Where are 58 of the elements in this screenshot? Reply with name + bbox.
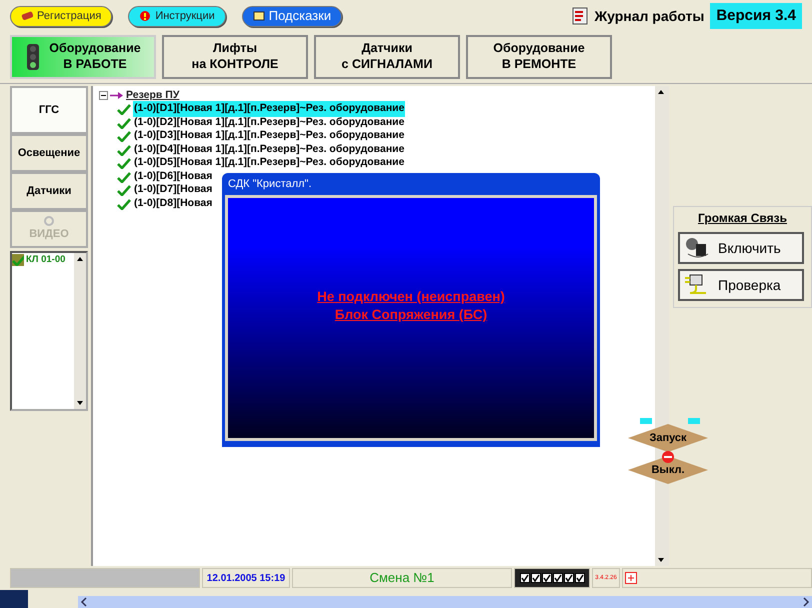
tree-item[interactable]: (1-0)[D4][Новая 1][д.1][п.Резерв]~Рез. оборудование [133, 142, 406, 158]
dialog-title: СДК "Кристалл". [227, 176, 313, 192]
version-label: Версия 3.4 [710, 2, 802, 30]
status-checkbox[interactable] [564, 573, 574, 583]
sidebar-tab[interactable]: Освещение [10, 134, 88, 172]
enable-button[interactable]: Включить [678, 232, 804, 264]
question-icon [139, 10, 152, 22]
collapse-icon[interactable] [99, 91, 108, 100]
journal-icon [572, 7, 588, 25]
shift-label: Смена №1 [292, 568, 512, 588]
status-checkbox[interactable] [520, 573, 530, 583]
error-message: Блок Сопряжения (БС) [334, 306, 488, 324]
error-message: Не подключен (неисправен) [317, 288, 505, 306]
main-tab[interactable]: Оборудование В РЕМОНТЕ [466, 35, 612, 79]
datetime-label: 12.01.2005 15:19 [202, 568, 290, 588]
main-tab[interactable]: Датчики с СИГНАЛАМИ [314, 35, 460, 79]
tree-item[interactable]: (1-0)[D2][Новая 1][д.1][п.Резерв]~Рез. оборудование [133, 114, 406, 131]
check-button[interactable]: Проверка [678, 269, 804, 301]
journal-label: Журнал работы [594, 6, 704, 26]
status-checkbox[interactable] [574, 573, 584, 583]
check-icon [117, 103, 131, 116]
indicator-icon [640, 418, 652, 424]
tree-item[interactable]: (1-0)[D7][Новая [133, 182, 214, 198]
tree-item[interactable]: (1-0)[D5][Новая 1][д.1][п.Резерв]~Рез. оборудование [133, 155, 406, 172]
list-item[interactable]: КЛ 01-00 [12, 253, 66, 267]
main-tab[interactable]: Лифты на КОНТРОЛЕ [162, 35, 308, 79]
check-icon [117, 144, 131, 156]
stop-icon [662, 451, 674, 463]
horizontal-scrollbar[interactable] [78, 596, 812, 608]
eraser-icon [21, 10, 33, 22]
arrow-icon [110, 91, 124, 100]
check-icon [117, 170, 131, 183]
tree-item[interactable]: (1-0)[D3][Новая 1][д.1][п.Резерв]~Рез. оборудование [133, 128, 406, 144]
tree-root[interactable]: Резерв ПУ [126, 88, 180, 104]
tree-item[interactable]: (1-0)[D8][Новая [133, 196, 214, 212]
instructions-button[interactable]: Инструкции [128, 6, 226, 26]
check-icon [117, 157, 131, 170]
group-title: Громкая Связь [697, 210, 788, 227]
indicator-icon [688, 418, 700, 424]
status-checkbox[interactable] [530, 573, 540, 583]
check-icon [117, 198, 131, 210]
tree-item[interactable]: (1-0)[D1][Новая 1][д.1][п.Резерв]~Рез. оборудование [133, 101, 406, 118]
window-block [0, 590, 28, 608]
check-icon [117, 130, 131, 142]
status-checkbox[interactable] [552, 573, 562, 583]
check-icon [117, 184, 131, 196]
sidebar-tab[interactable]: Датчики [10, 172, 88, 210]
alert-icon [625, 572, 637, 584]
gear-icon [44, 216, 54, 226]
scrollbar[interactable] [74, 253, 86, 409]
check-icon [117, 116, 131, 129]
sidebar-tab[interactable]: ГГС [10, 86, 88, 134]
traffic-light-icon [25, 44, 42, 70]
register-button[interactable]: Регистрация [10, 6, 112, 26]
status-checkbox[interactable] [542, 573, 552, 583]
tree-item[interactable]: (1-0)[D6][Новая [133, 168, 214, 185]
main-tab[interactable]: Оборудование В РАБОТЕ [10, 35, 156, 79]
hints-button[interactable]: Подсказки [242, 6, 342, 26]
